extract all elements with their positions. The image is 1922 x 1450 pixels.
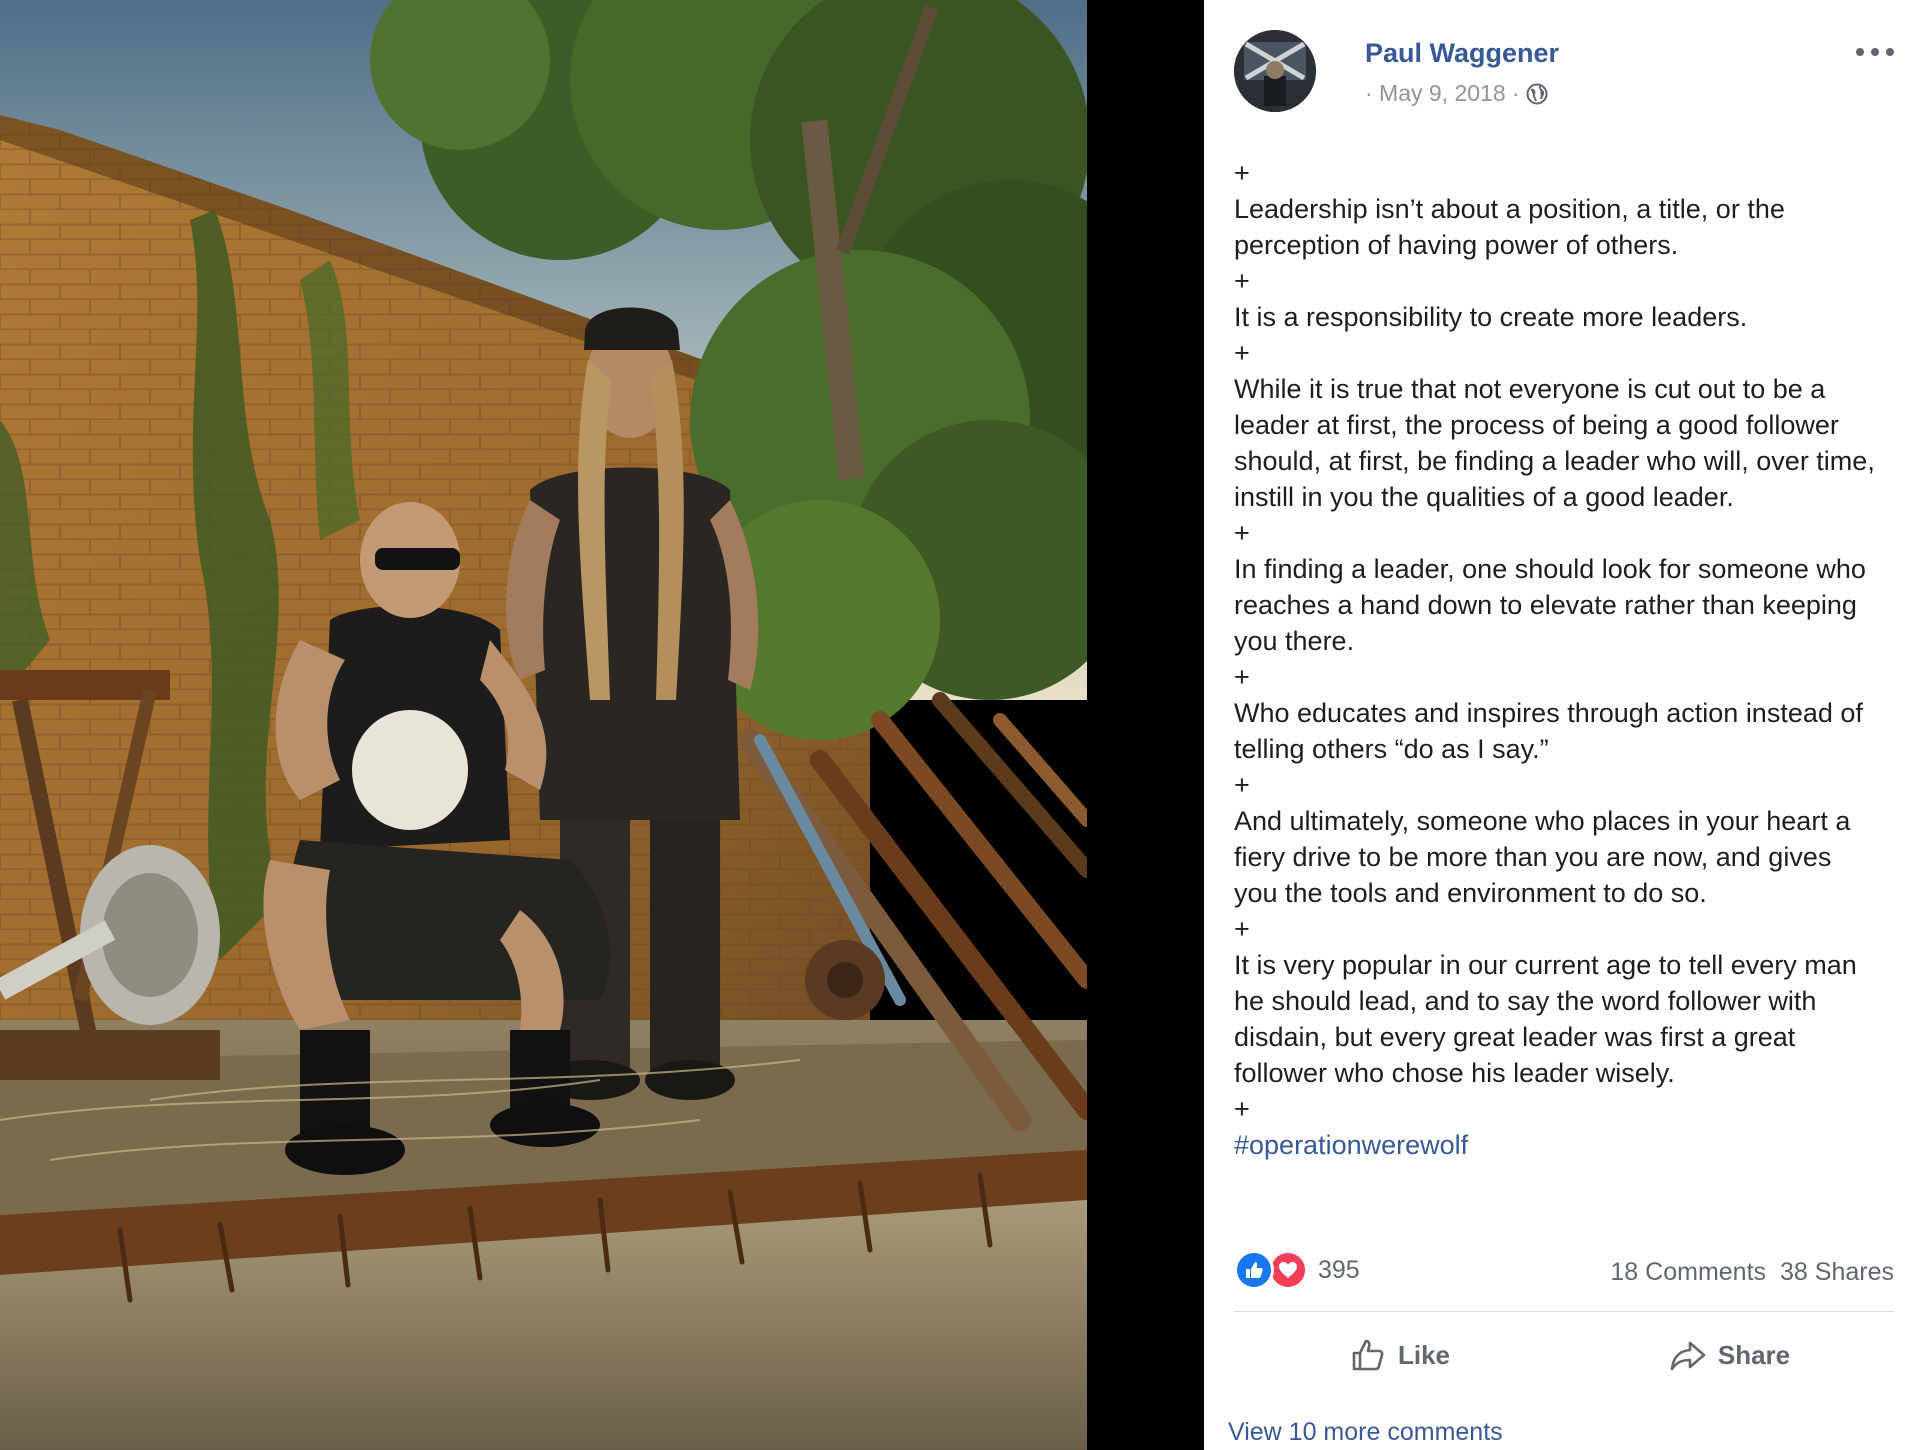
- share-label: Share: [1717, 1339, 1791, 1370]
- post-text-line: leader at first, the process of being a …: [1234, 410, 1839, 440]
- more-options-icon[interactable]: [1856, 40, 1894, 64]
- comments-count[interactable]: 18 Comments: [1610, 1258, 1766, 1287]
- post-text-line: you the tools and environment to do so.: [1234, 878, 1707, 908]
- post-text-line: +: [1234, 518, 1250, 548]
- avatar[interactable]: [1234, 30, 1316, 112]
- post-text-line: you there.: [1234, 626, 1355, 656]
- post-text-line: telling others “do as I say.”: [1234, 734, 1549, 764]
- thumbs-up-outline-icon: [1352, 1339, 1384, 1371]
- reaction-icons[interactable]: [1234, 1250, 1312, 1290]
- post-text-line: follower who chose his leader wisely.: [1234, 1058, 1675, 1088]
- photo-viewer: [0, 0, 1204, 1450]
- post-text-line: +: [1234, 338, 1250, 368]
- post-date[interactable]: · May 9, 2018 ·: [1365, 80, 1520, 107]
- share-arrow-icon: [1670, 1341, 1706, 1371]
- post-panel: Paul Waggener · May 9, 2018 · + Leadersh…: [1204, 0, 1922, 1450]
- post-text-line: +: [1234, 662, 1250, 692]
- post-text-line: +: [1234, 1094, 1250, 1124]
- post-text-line: Who educates and inspires through action…: [1234, 698, 1863, 728]
- like-label: Like: [1397, 1339, 1451, 1370]
- shares-count[interactable]: 38 Shares: [1780, 1258, 1894, 1287]
- post-text-line: reaches a hand down to elevate rather th…: [1234, 590, 1857, 620]
- post-text-line: +: [1234, 266, 1250, 296]
- post-text-line: should, at first, be finding a leader wh…: [1234, 446, 1875, 476]
- post-text-line: It is a responsibility to create more le…: [1234, 302, 1748, 332]
- post-text-line: fiery drive to be more than you are now,…: [1234, 842, 1832, 872]
- divider: [1234, 1311, 1894, 1312]
- post-text-line: Leadership isn’t about a position, a tit…: [1234, 194, 1785, 224]
- post-text-line: +: [1234, 158, 1250, 188]
- thumbs-up-icon: [1234, 1250, 1274, 1290]
- view-more-comments-link[interactable]: View 10 more comments: [1228, 1418, 1503, 1447]
- author-name[interactable]: Paul Waggener: [1365, 38, 1559, 69]
- share-button[interactable]: Share: [1564, 1318, 1894, 1392]
- post-text-line: +: [1234, 914, 1250, 944]
- post-text-line: While it is true that not everyone is cu…: [1234, 374, 1826, 404]
- post-text-line: And ultimately, someone who places in yo…: [1234, 806, 1851, 836]
- like-button[interactable]: Like: [1234, 1318, 1564, 1392]
- post-photo[interactable]: [0, 0, 1087, 1450]
- post-text-line: instill in you the qualities of a good l…: [1234, 482, 1734, 512]
- post-text-line: In finding a leader, one should look for…: [1234, 554, 1866, 584]
- reaction-count[interactable]: 395: [1318, 1256, 1360, 1285]
- post-text-line: It is very popular in our current age to…: [1234, 950, 1857, 980]
- hashtag-link[interactable]: #operationwerewolf: [1234, 1127, 1902, 1163]
- post-header: Paul Waggener · May 9, 2018 ·: [1234, 30, 1894, 114]
- globe-icon: [1526, 83, 1548, 105]
- post-meta: · May 9, 2018 ·: [1365, 80, 1548, 107]
- post-text-line: +: [1234, 770, 1250, 800]
- post-stats: 395 18 Comments 38 Shares: [1234, 1248, 1894, 1292]
- post-message: + Leadership isn’t about a position, a t…: [1234, 155, 1902, 1163]
- post-text-line: he should lead, and to say the word foll…: [1234, 986, 1817, 1016]
- post-text-line: perception of having power of others.: [1234, 230, 1679, 260]
- engagement-counts: 18 Comments 38 Shares: [1610, 1258, 1894, 1287]
- post-actions: Like Share: [1234, 1318, 1894, 1392]
- heart-icon: [1268, 1250, 1308, 1290]
- post-text-line: disdain, but every great leader was firs…: [1234, 1022, 1796, 1052]
